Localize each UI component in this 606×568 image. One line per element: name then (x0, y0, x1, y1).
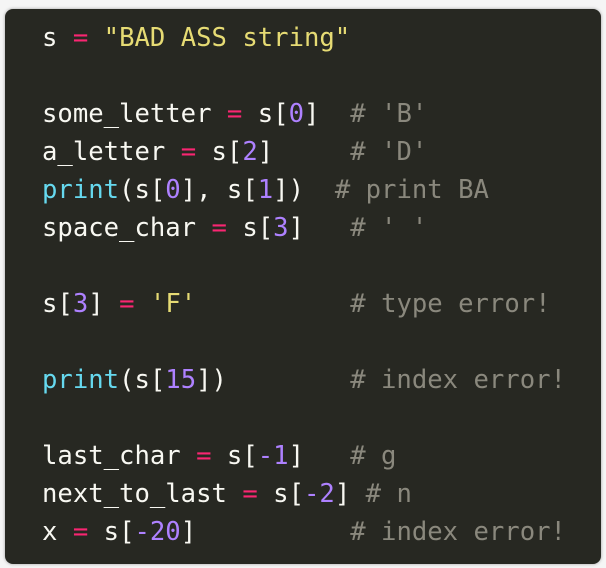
code-token-op: = (196, 441, 212, 471)
code-token-cmt: # g (350, 441, 397, 471)
code-line: a_letter = s[2] # 'D' (42, 133, 566, 171)
code-token-plain: ] (303, 99, 351, 129)
code-token-plain: space_char (42, 213, 212, 243)
code-token-plain: s[ (242, 99, 289, 129)
code-token-plain: (s[ (119, 365, 166, 395)
code-panel: s = "BAD ASS string" some_letter = s[0] … (5, 9, 601, 564)
code-token-op: = (211, 213, 227, 243)
code-token-plain: ] (88, 289, 120, 319)
code-token-str: 'F' (149, 289, 197, 319)
code-token-cmt: # print BA (334, 175, 489, 205)
code-line: last_char = s[-1] # g (42, 437, 566, 475)
code-token-plain: last_char (42, 441, 197, 471)
code-token-cmt: # 'B' (350, 99, 428, 129)
code-token-plain: a_letter (42, 137, 181, 167)
code-token-plain: ] (334, 479, 366, 509)
code-token-plain: s[ (88, 517, 135, 547)
code-token-fn: print (42, 175, 120, 205)
code-line: print(s[0], s[1]) # print BA (42, 171, 566, 209)
code-token-plain: s[ (211, 441, 258, 471)
code-token-num: 2 (242, 137, 258, 167)
code-token-plain: s[ (257, 479, 304, 509)
code-token-plain: s (42, 23, 73, 53)
code-token-num: 3 (273, 213, 289, 243)
code-token-plain: (s[ (119, 175, 166, 205)
code-line: s[3] = 'F' # type error! (42, 285, 566, 323)
code-token-op: = (72, 517, 89, 547)
code-block: s = "BAD ASS string" some_letter = s[0] … (42, 19, 566, 551)
code-token-num: 0 (165, 175, 181, 205)
code-token-plain: s[ (226, 213, 274, 243)
code-token-op: = (119, 289, 135, 319)
code-token-plain: next_to_last (42, 479, 243, 509)
code-token-cmt: # type error! (350, 289, 551, 319)
code-token-plain: x (42, 517, 73, 547)
code-token-plain: ] (180, 517, 351, 547)
code-line: some_letter = s[0] # 'B' (42, 95, 566, 133)
code-token-plain: ]) (196, 365, 351, 395)
code-token-num: 3 (72, 289, 89, 319)
code-token-str: "BAD ASS string" (103, 23, 351, 53)
code-token-cmt: # index error! (350, 517, 566, 547)
code-token-op: = (226, 99, 243, 129)
code-token-cmt: # 'D' (350, 137, 428, 167)
code-token-op: = (72, 23, 89, 53)
code-token-num: 0 (288, 99, 304, 129)
code-token-op: = (242, 479, 258, 509)
code-token-fn: print (42, 365, 120, 395)
code-token-plain: some_letter (42, 99, 227, 129)
code-token-plain: ]) (273, 175, 335, 205)
code-token-plain: ] (288, 441, 351, 471)
code-token-plain: ] (257, 137, 351, 167)
code-token-num: -2 (303, 479, 335, 509)
code-token-num: 1 (257, 175, 274, 205)
code-token-cmt: # ' ' (350, 213, 428, 243)
code-token-op: = (180, 137, 197, 167)
code-line: next_to_last = s[-2] # n (42, 475, 566, 513)
code-token-num: -1 (257, 441, 289, 471)
code-line: print(s[15]) # index error! (42, 361, 566, 399)
code-line: space_char = s[3] # ' ' (42, 209, 566, 247)
code-line: s = "BAD ASS string" (42, 19, 566, 57)
code-token-num: -20 (134, 517, 181, 547)
code-token-plain: ] (288, 213, 351, 243)
code-token-num: 15 (165, 365, 197, 395)
code-token-cmt: # index error! (350, 365, 566, 395)
code-token-plain: s[ (196, 137, 243, 167)
code-token-plain: ], s[ (180, 175, 258, 205)
code-token-cmt: # n (365, 479, 412, 509)
code-token-plain: s[ (42, 289, 73, 319)
code-line: x = s[-20] # index error! (42, 513, 566, 551)
